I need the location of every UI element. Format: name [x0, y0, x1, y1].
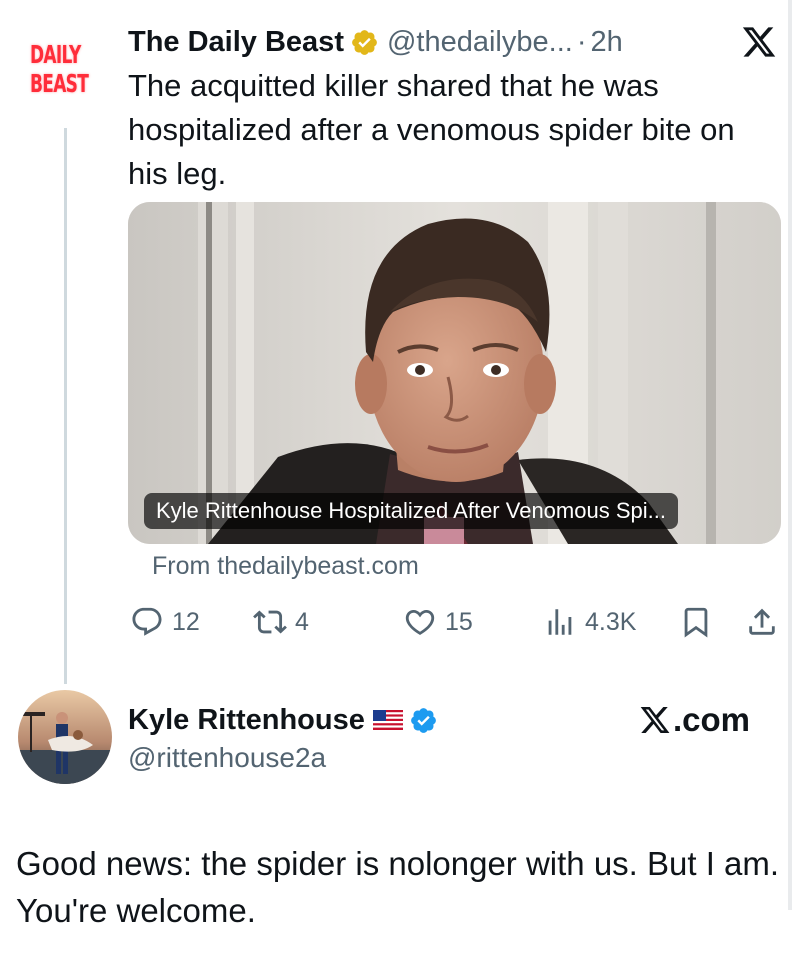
- dot-separator: ·: [576, 25, 587, 58]
- reply-tweet-text: Good news: the spider is nolonger with u…: [16, 845, 780, 929]
- reply-author-name[interactable]: Kyle Rittenhouse: [128, 704, 365, 737]
- scrollbar-track[interactable]: [788, 0, 792, 910]
- tweet-header: The Daily Beast @thedailybe... · 2h: [128, 20, 623, 64]
- action-bar: 12 4 15 4.3K: [0, 602, 800, 642]
- verified-gold-badge-icon: [352, 29, 377, 55]
- reply-count: 12: [172, 607, 200, 636]
- share-button[interactable]: [745, 602, 779, 642]
- x-logo-icon[interactable]: [741, 24, 777, 60]
- like-count: 15: [445, 607, 473, 636]
- avatar[interactable]: [18, 690, 112, 784]
- share-icon: [749, 608, 775, 635]
- like-button[interactable]: 15: [403, 602, 473, 642]
- card-source[interactable]: From thedailybeast.com: [152, 552, 419, 581]
- x-logo-icon: [640, 707, 670, 733]
- post-time[interactable]: 2h: [590, 26, 622, 59]
- bookmark-icon: [684, 607, 708, 638]
- author-name[interactable]: The Daily Beast: [128, 26, 344, 59]
- like-icon: [405, 609, 435, 635]
- link-card[interactable]: Kyle Rittenhouse Hospitalized After Veno…: [128, 202, 781, 544]
- reply-author-row: Kyle Rittenhouse: [128, 700, 438, 740]
- bookmark-button[interactable]: [679, 602, 713, 642]
- repost-button[interactable]: 4: [253, 602, 309, 642]
- views-icon: [548, 609, 572, 635]
- reply-icon: [132, 607, 162, 636]
- repost-icon: [253, 610, 287, 634]
- x-com-watermark: .com: [638, 700, 750, 740]
- repost-count: 4: [295, 607, 309, 636]
- us-flag-icon: [372, 710, 403, 730]
- author-handle[interactable]: @thedailybe...: [387, 26, 573, 59]
- daily-beast-logo[interactable]: DAILY BEAST: [30, 40, 89, 98]
- views-button[interactable]: 4.3K: [543, 602, 636, 642]
- thread-connector-line: [64, 128, 67, 684]
- reply-author-handle[interactable]: @rittenhouse2a: [128, 742, 326, 774]
- tweet-text: The acquitted killer shared that he was …: [128, 68, 735, 191]
- reply-button[interactable]: 12: [130, 602, 200, 642]
- logo-line-1: DAILY: [30, 40, 81, 69]
- watermark-text: .com: [673, 701, 751, 738]
- avatar-photo: [18, 690, 112, 784]
- card-headline: Kyle Rittenhouse Hospitalized After Veno…: [144, 493, 678, 529]
- verified-blue-badge-icon: [410, 707, 436, 733]
- logo-line-2: BEAST: [30, 69, 89, 98]
- views-count: 4.3K: [585, 607, 637, 636]
